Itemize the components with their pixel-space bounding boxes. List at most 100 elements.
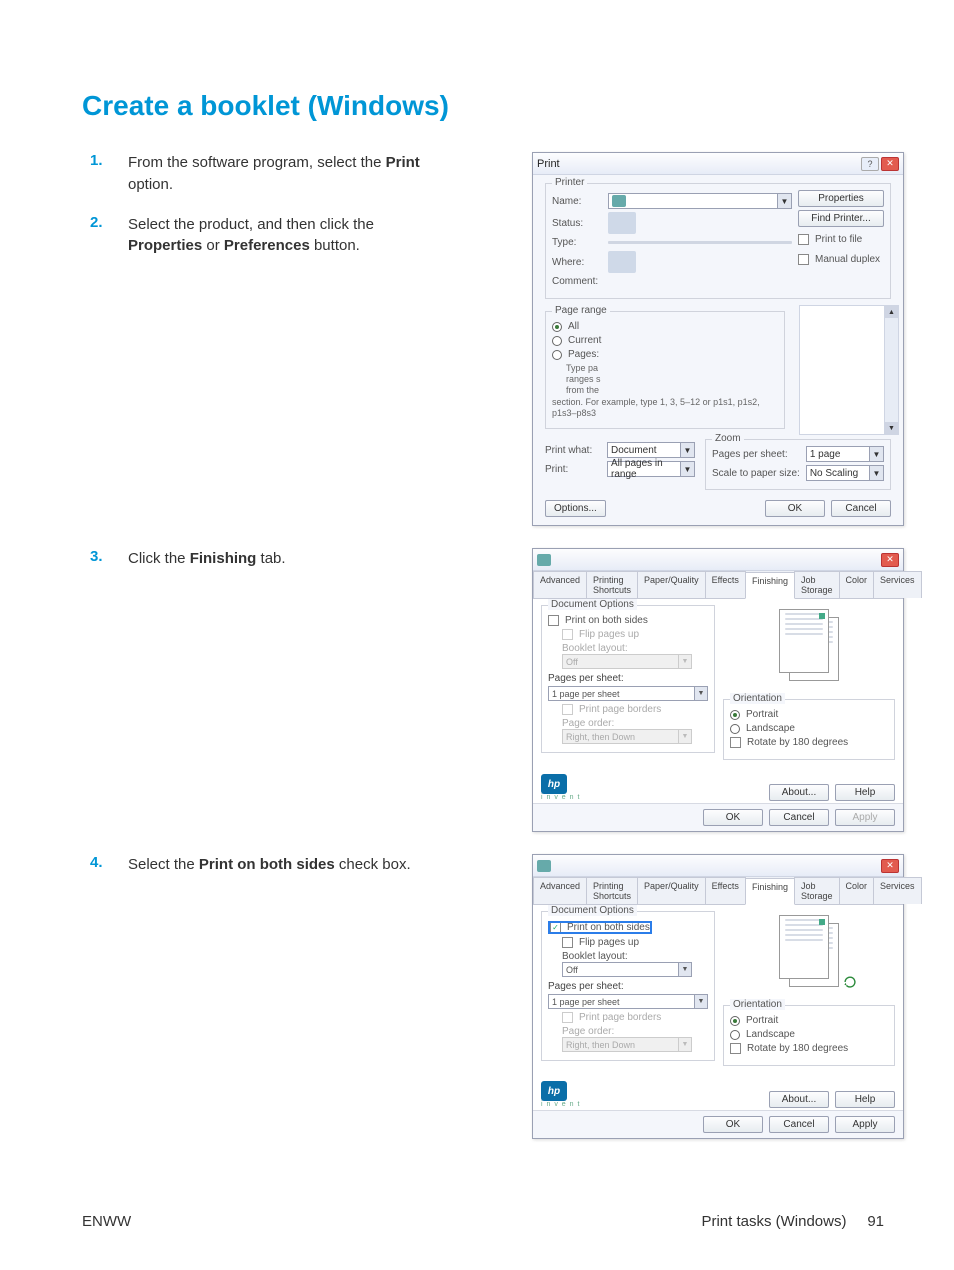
- orientation-legend: Orientation: [730, 693, 785, 704]
- current-label: Current: [568, 335, 601, 346]
- help-button[interactable]: Help: [835, 1091, 895, 1108]
- rotate-label: Rotate by 180 degrees: [747, 737, 848, 748]
- rotate-checkbox[interactable]: [730, 1043, 741, 1054]
- step-3-bold: Finishing: [190, 550, 257, 567]
- tab-finishing[interactable]: Finishing: [745, 572, 795, 599]
- tab-advanced[interactable]: Advanced: [533, 877, 587, 904]
- landscape-label: Landscape: [746, 1029, 795, 1040]
- range-hint-2: ranges s: [566, 374, 778, 385]
- apply-button: Apply: [835, 809, 895, 826]
- step-3-pre: Click the: [128, 550, 190, 567]
- booklet-layout-value: Off: [566, 657, 578, 667]
- booklet-layout-select[interactable]: Off ▼: [562, 962, 692, 977]
- tab-job-storage[interactable]: Job Storage: [794, 877, 840, 904]
- help-icon[interactable]: ?: [861, 157, 879, 171]
- properties-button[interactable]: Properties: [798, 190, 884, 207]
- printer-name-select[interactable]: ▼: [608, 193, 792, 209]
- step-3: 3. Click the Finishing tab.: [90, 548, 502, 570]
- chevron-down-icon: ▼: [678, 963, 691, 976]
- pps-select[interactable]: 1 page per sheet▼: [548, 686, 708, 701]
- pps-select[interactable]: 1 page per sheet▼: [548, 994, 708, 1009]
- pps-value: 1 page per sheet: [552, 997, 620, 1007]
- current-radio[interactable]: [552, 336, 562, 346]
- tab-printing-shortcuts[interactable]: Printing Shortcuts: [586, 571, 638, 598]
- scroll-down-icon[interactable]: ▼: [885, 422, 898, 434]
- print-range-select[interactable]: All pages in range▼: [607, 461, 695, 477]
- tab-paper-quality[interactable]: Paper/Quality: [637, 571, 706, 598]
- ok-button[interactable]: OK: [765, 500, 825, 517]
- cancel-button[interactable]: Cancel: [769, 1116, 829, 1133]
- tab-effects[interactable]: Effects: [705, 877, 746, 904]
- pages-radio[interactable]: [552, 350, 562, 360]
- step-4-post: check box.: [335, 856, 411, 873]
- landscape-radio[interactable]: [730, 1030, 740, 1040]
- all-radio[interactable]: [552, 322, 562, 332]
- chevron-down-icon: ▼: [678, 730, 691, 743]
- tab-services[interactable]: Services: [873, 877, 922, 904]
- print-borders-label: Print page borders: [579, 704, 661, 715]
- find-printer-button[interactable]: Find Printer...: [798, 210, 884, 227]
- tab-services[interactable]: Services: [873, 571, 922, 598]
- hp-logo-icon: hp: [541, 1081, 567, 1101]
- print-what-select[interactable]: Document▼: [607, 442, 695, 458]
- flip-pages-checkbox[interactable]: [562, 937, 573, 948]
- step-2-num: 2.: [90, 214, 128, 231]
- close-icon[interactable]: ✕: [881, 859, 899, 873]
- booklet-layout-select: Off ▼: [562, 654, 692, 669]
- tab-job-storage[interactable]: Job Storage: [794, 571, 840, 598]
- chevron-down-icon: ▼: [777, 194, 791, 208]
- tab-advanced[interactable]: Advanced: [533, 571, 587, 598]
- scrollbar[interactable]: ▲ ▼: [884, 306, 898, 434]
- printer-group: Printer Name: ▼ Status:: [545, 183, 891, 299]
- print-dialog: Print ? ✕ Printer Name:: [532, 152, 904, 526]
- tabs-row: Advanced Printing Shortcuts Paper/Qualit…: [533, 571, 903, 599]
- ok-button[interactable]: OK: [703, 1116, 763, 1133]
- tab-effects[interactable]: Effects: [705, 571, 746, 598]
- manual-duplex-checkbox[interactable]: [798, 254, 809, 265]
- close-icon[interactable]: ✕: [881, 553, 899, 567]
- print-borders-checkbox: [562, 1012, 573, 1023]
- print-to-file-checkbox[interactable]: [798, 234, 809, 245]
- portrait-radio[interactable]: [730, 1016, 740, 1026]
- print-both-sides-checkbox-checked[interactable]: ✓: [550, 922, 561, 933]
- help-button[interactable]: Help: [835, 784, 895, 801]
- about-button[interactable]: About...: [769, 784, 829, 801]
- all-label: All: [568, 321, 579, 332]
- hp-invent: i n v e n t: [541, 794, 580, 801]
- landscape-radio[interactable]: [730, 724, 740, 734]
- cancel-button[interactable]: Cancel: [769, 809, 829, 826]
- portrait-radio[interactable]: [730, 710, 740, 720]
- cancel-button[interactable]: Cancel: [831, 500, 891, 517]
- ok-button[interactable]: OK: [703, 809, 763, 826]
- page-order-value: Right, then Down: [566, 732, 635, 742]
- rotate-label: Rotate by 180 degrees: [747, 1043, 848, 1054]
- duplex-flip-icon: [843, 975, 857, 989]
- about-button[interactable]: About...: [769, 1091, 829, 1108]
- chevron-down-icon: ▼: [678, 655, 691, 668]
- step-1: 1. From the software program, select the…: [90, 152, 502, 196]
- print-label: Print:: [545, 464, 601, 475]
- rotate-checkbox[interactable]: [730, 737, 741, 748]
- footer-page-number: 91: [867, 1213, 884, 1230]
- apply-button[interactable]: Apply: [835, 1116, 895, 1133]
- tab-color[interactable]: Color: [839, 571, 875, 598]
- booklet-layout-value: Off: [566, 965, 578, 975]
- scroll-up-icon[interactable]: ▲: [885, 306, 898, 318]
- type-blur: [608, 241, 792, 244]
- print-dialog-title: Print: [537, 158, 560, 170]
- status-label: Status:: [552, 218, 602, 229]
- pps-select[interactable]: 1 page▼: [806, 446, 884, 462]
- print-both-sides-checkbox[interactable]: [548, 615, 559, 626]
- options-button[interactable]: Options...: [545, 500, 606, 517]
- zoom-legend: Zoom: [712, 433, 744, 444]
- tab-finishing[interactable]: Finishing: [745, 878, 795, 905]
- tab-printing-shortcuts[interactable]: Printing Shortcuts: [586, 877, 638, 904]
- tab-paper-quality[interactable]: Paper/Quality: [637, 877, 706, 904]
- pps-value: 1 page per sheet: [552, 689, 620, 699]
- tab-color[interactable]: Color: [839, 877, 875, 904]
- chevron-down-icon: ▼: [680, 443, 694, 457]
- close-icon[interactable]: ✕: [881, 157, 899, 171]
- scale-select[interactable]: No Scaling▼: [806, 465, 884, 481]
- range-hint-3: from the: [566, 385, 778, 396]
- step-4-num: 4.: [90, 854, 128, 871]
